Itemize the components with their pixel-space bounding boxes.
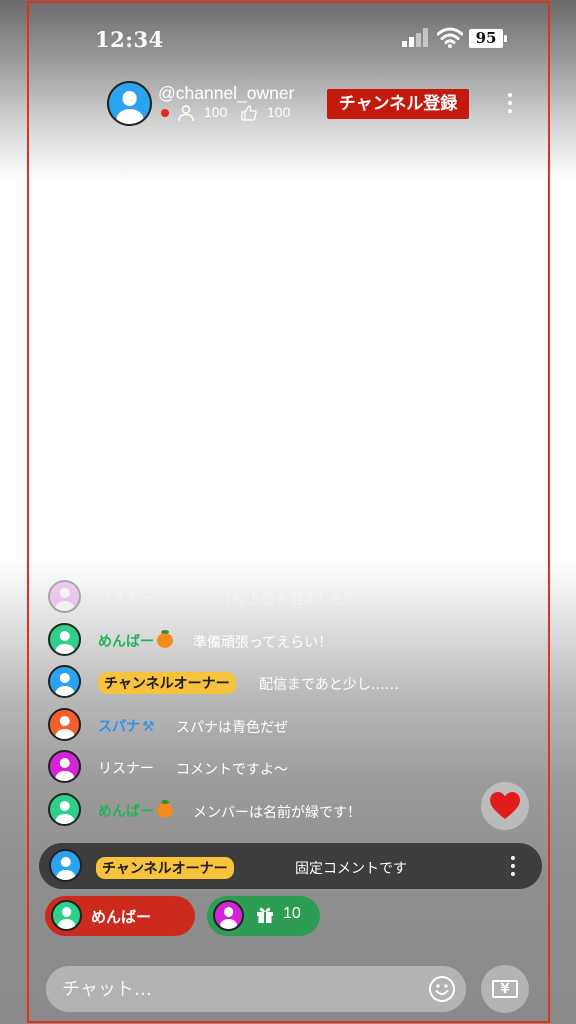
user-avatar <box>48 793 81 826</box>
chat-message: めんばー メンバーは名前が緑です！ <box>48 793 508 827</box>
owner-badge: チャンネルオーナー <box>98 672 236 694</box>
battery-icon: 95 <box>469 29 507 48</box>
member-pill[interactable]: めんばー <box>45 896 195 936</box>
live-indicator <box>161 109 169 117</box>
chat-message: めんばー 準備頑張ってえらい！ <box>48 623 508 657</box>
kebab-menu-icon[interactable] <box>503 90 517 116</box>
chat-author-member: めんばー <box>98 800 173 821</box>
chat-text: 配信まであと少し…… <box>259 677 399 693</box>
signal-icon <box>400 27 430 47</box>
heart-icon <box>490 792 520 819</box>
chat-author-moderator: スパナ ⚒ <box>98 719 155 735</box>
gift-count: 10 <box>283 905 301 922</box>
user-avatar <box>48 750 81 783</box>
thumbs-up-icon <box>241 105 257 121</box>
chat-message: チャンネルオーナー 配信まであと少し…… <box>48 665 508 699</box>
chat-text: メンバーは名前が緑です！ <box>193 805 361 821</box>
wifi-icon <box>437 27 463 48</box>
viewer-count: 100 <box>204 104 228 120</box>
subscribe-button[interactable]: チャンネル登録 <box>327 89 469 119</box>
user-avatar <box>48 623 81 656</box>
channel-owner-avatar[interactable] <box>107 81 152 126</box>
pinned-text: 固定コメントです <box>295 861 407 877</box>
user-avatar <box>51 900 82 931</box>
super-chat-button[interactable]: ¥ <box>481 965 529 1013</box>
persimmon-icon <box>157 630 173 648</box>
user-avatar <box>213 900 244 931</box>
smiley-icon[interactable] <box>428 975 456 1003</box>
yen-icon: ¥ <box>492 980 518 998</box>
chat-author: リスナー <box>98 591 154 607</box>
like-heart-button[interactable] <box>481 782 529 830</box>
chat-author: リスナー <box>98 761 154 777</box>
chat-message: リスナー コメントですよ〜 <box>48 750 508 784</box>
chat-text: スパナは青色だぜ <box>176 720 288 736</box>
chat-message: スパナ ⚒ スパナは青色だぜ <box>48 708 508 742</box>
user-avatar <box>49 849 82 882</box>
status-time: 12:34 <box>95 27 164 52</box>
pinned-comment[interactable]: チャンネルオーナー 固定コメントです <box>39 843 542 889</box>
user-avatar <box>48 580 81 613</box>
chat-author-member: めんばー <box>98 630 173 651</box>
chat-text: 準備頑張ってえらい！ <box>193 635 333 651</box>
chat-text: コメントですよ〜 <box>176 762 288 778</box>
user-avatar <box>48 708 81 741</box>
gift-icon <box>257 907 273 923</box>
like-count: 100 <box>267 104 291 120</box>
chat-message: リスナー 1位上位を狙え！も5… <box>48 580 508 614</box>
pinned-kebab-menu-icon[interactable] <box>506 853 520 879</box>
spanner-icon: ⚒ <box>142 719 155 735</box>
gift-pill[interactable]: 10 <box>207 896 320 936</box>
user-avatar <box>48 665 81 698</box>
chat-text: 1位上位を狙え！も5… <box>224 592 368 608</box>
chat-input[interactable] <box>46 966 466 1012</box>
channel-name[interactable]: @channel_owner <box>158 83 294 104</box>
owner-badge: チャンネルオーナー <box>96 857 234 879</box>
persimmon-icon <box>157 800 173 818</box>
user-icon <box>178 105 194 122</box>
member-pill-label: めんばー <box>91 908 152 926</box>
